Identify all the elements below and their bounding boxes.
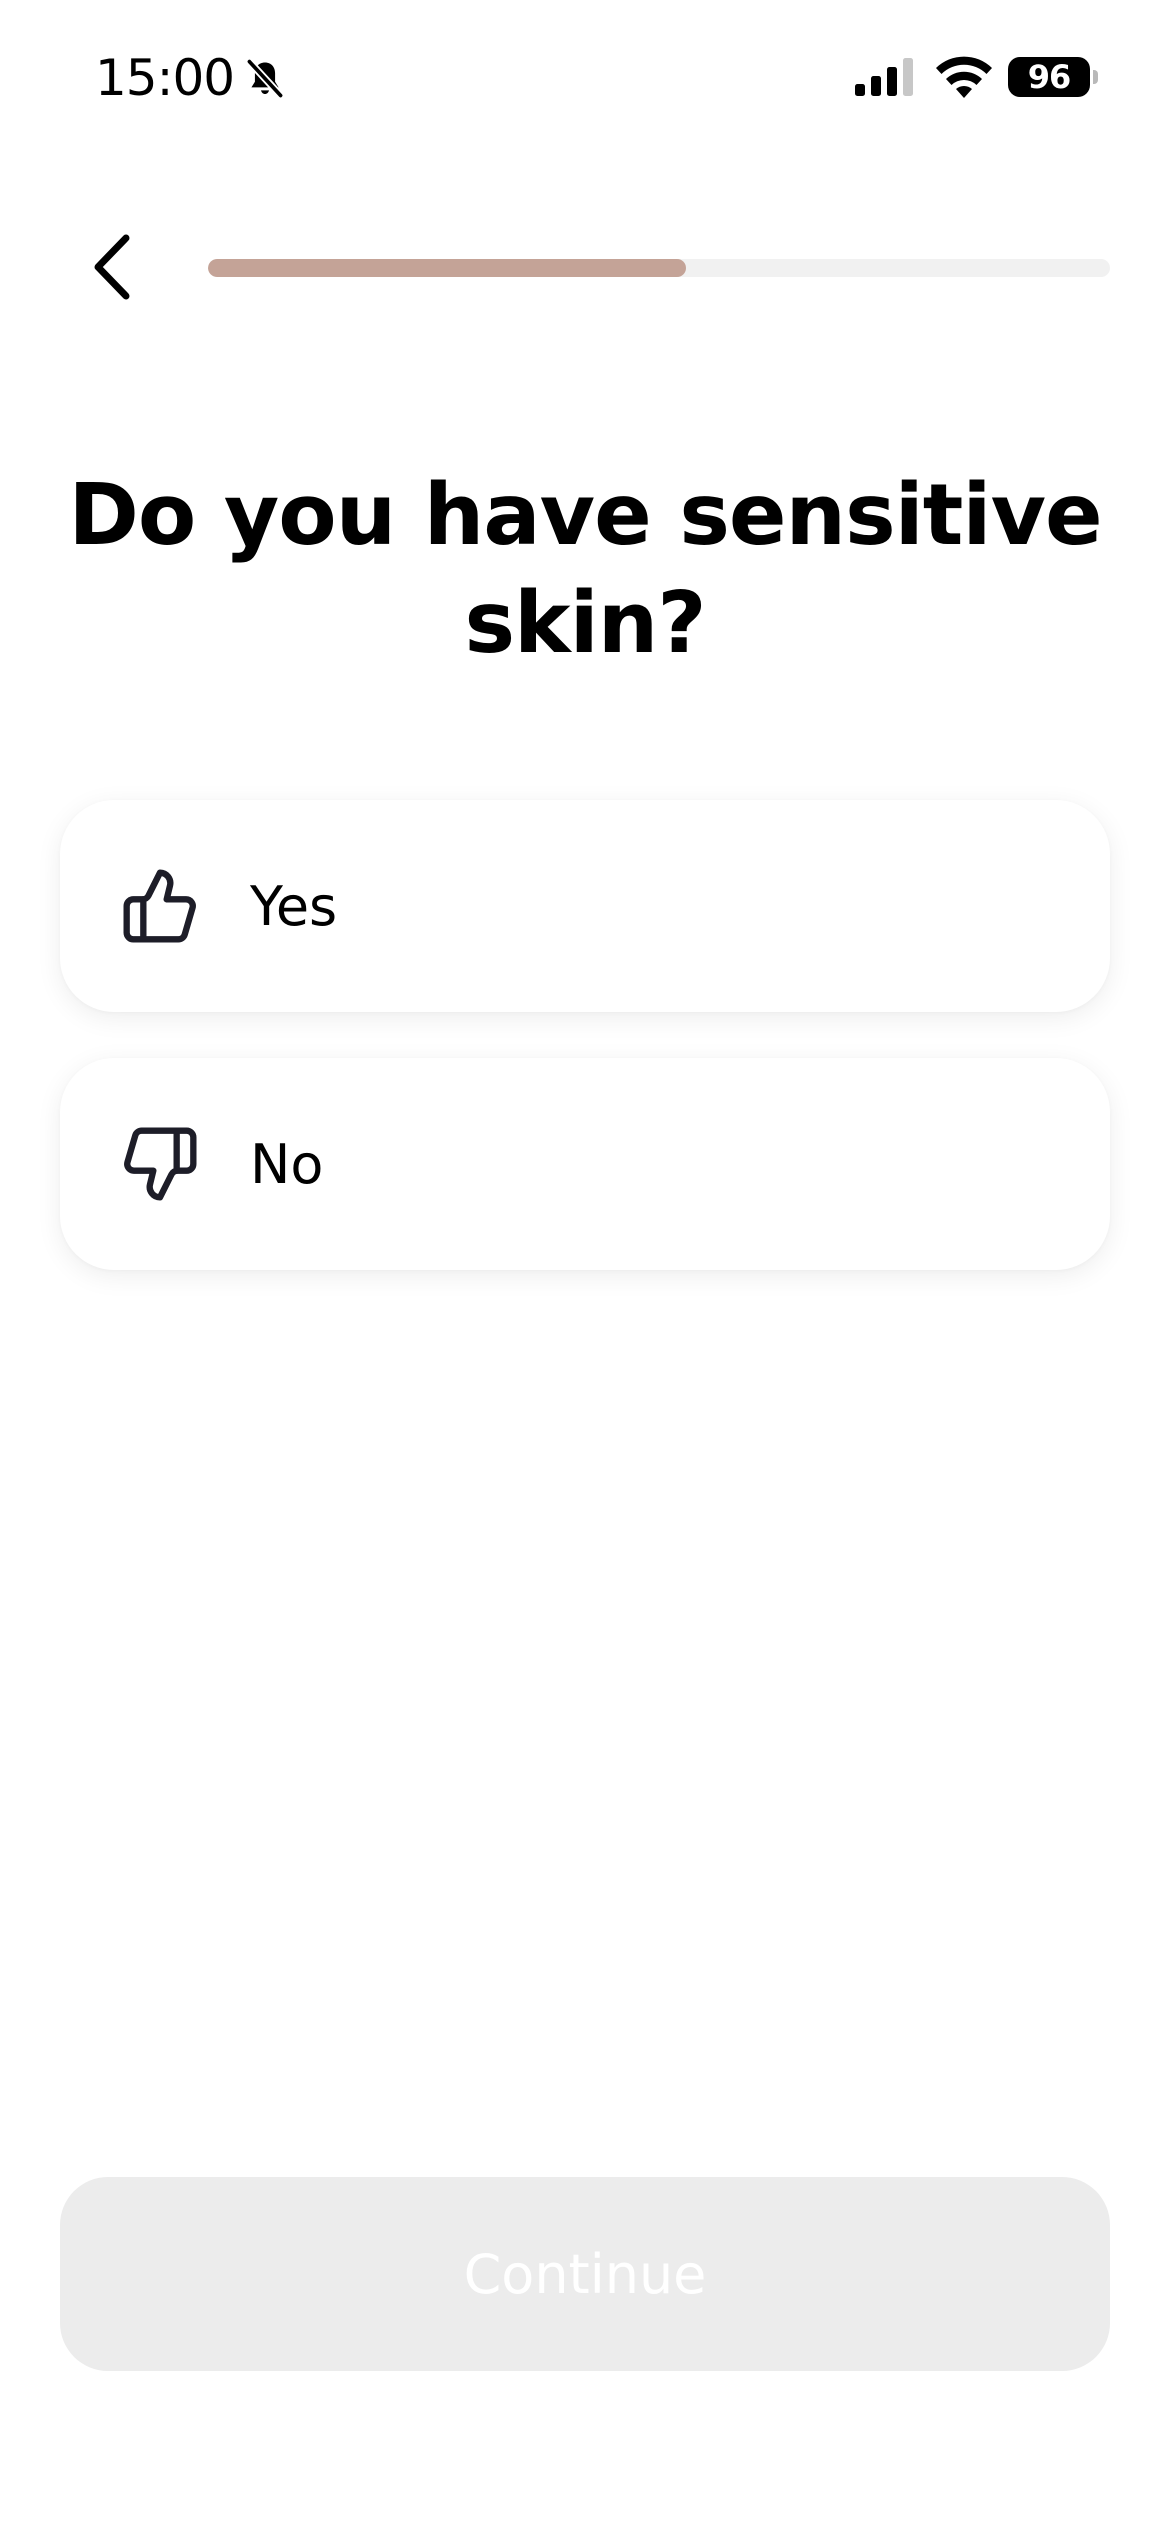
question-title: Do you have sensitive skin?	[68, 466, 1102, 673]
thumbs-up-icon	[123, 869, 196, 943]
status-bar: 15:00 96	[0, 0, 1170, 150]
option-no-label: No	[250, 1132, 324, 1196]
back-button[interactable]	[70, 225, 154, 309]
progress-fill	[208, 259, 687, 277]
thumbs-down-icon	[124, 1127, 197, 1201]
battery-indicator: 96	[1008, 57, 1090, 97]
option-no-button[interactable]: No	[60, 1058, 1110, 1270]
progress-bar	[208, 259, 1110, 277]
bell-off-icon	[245, 57, 285, 100]
option-yes-label: Yes	[250, 874, 338, 938]
chevron-left-icon	[94, 234, 130, 300]
option-yes-button[interactable]: Yes	[60, 800, 1110, 1012]
status-time: 15:00	[95, 49, 235, 107]
continue-button[interactable]: Continue	[60, 2177, 1110, 2371]
cellular-signal-icon	[855, 58, 913, 96]
battery-cap	[1093, 70, 1098, 84]
wifi-icon	[936, 56, 992, 98]
